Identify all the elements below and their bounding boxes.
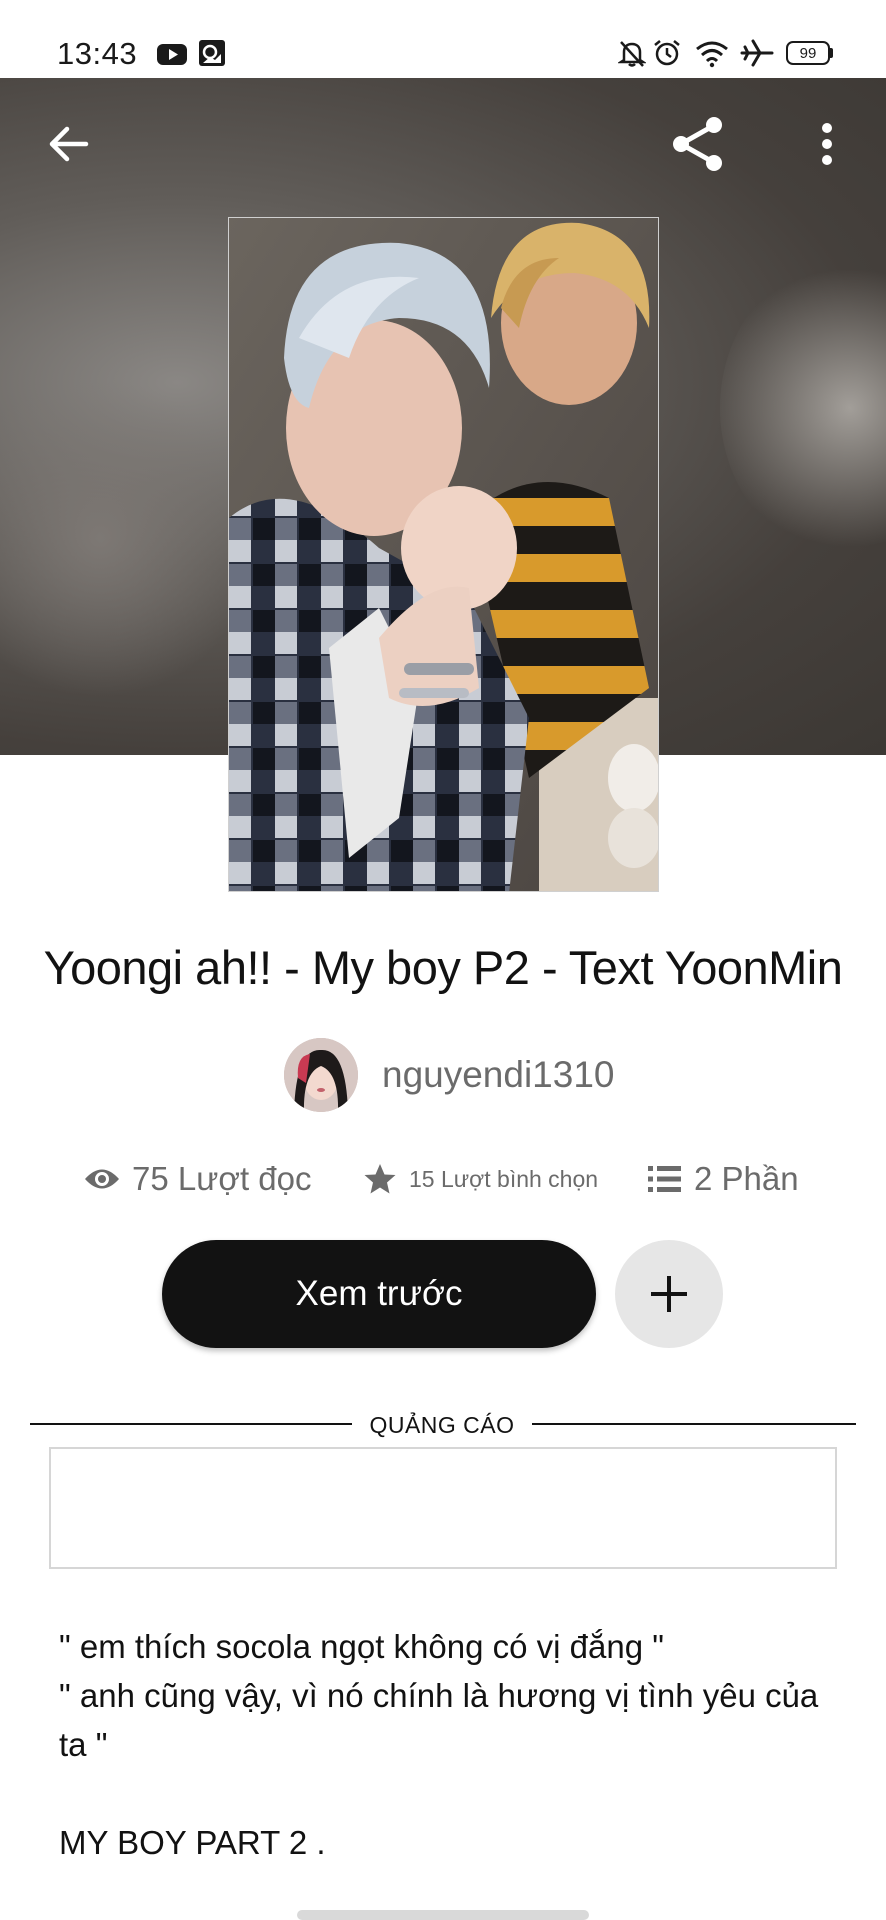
share-button[interactable]	[666, 112, 730, 176]
battery-cap	[830, 48, 833, 58]
ad-divider-left	[30, 1423, 352, 1425]
gallery-icon	[199, 40, 225, 66]
votes-stat: 15 Lượt bình chọn	[363, 1158, 598, 1200]
preview-button[interactable]: Xem trước	[162, 1240, 596, 1348]
author-avatar[interactable]	[284, 1038, 358, 1112]
author-name[interactable]: nguyendi1310	[382, 1054, 615, 1096]
cover-illustration	[229, 218, 658, 891]
status-time: 13:43	[57, 36, 138, 71]
avatar-illustration	[284, 1038, 358, 1112]
back-button[interactable]	[37, 112, 101, 176]
hero-blur-shadow	[0, 378, 260, 698]
wifi-icon	[696, 41, 728, 68]
bell-off-icon	[618, 41, 646, 67]
hero-blur-highlight	[720, 258, 886, 558]
eye-icon	[85, 1169, 119, 1189]
description-line: " anh cũng vậy, vì nó chính là hương vị …	[59, 1677, 819, 1763]
story-description: " em thích socola ngọt không có vị đắng …	[59, 1622, 839, 1867]
ad-slot[interactable]	[49, 1447, 837, 1569]
reads-stat: 75 Lượt đọc	[84, 1158, 312, 1200]
story-title: Yoongi ah!! - My boy P2 - Text YoonMin	[43, 941, 843, 994]
battery-icon: 99	[786, 41, 830, 65]
parts-count: 2 Phần	[694, 1160, 799, 1197]
star-icon	[364, 1164, 396, 1194]
status-bar: 13:43 99	[0, 0, 886, 78]
description-line: MY BOY PART 2 .	[59, 1824, 326, 1861]
add-to-library-button[interactable]	[615, 1240, 723, 1348]
airplane-icon	[740, 39, 774, 67]
author-link[interactable]: nguyendi1310	[284, 1037, 615, 1113]
description-line: " em thích socola ngọt không có vị đắng …	[59, 1628, 664, 1665]
reads-count: 75 Lượt đọc	[132, 1160, 312, 1197]
more-menu-button[interactable]	[795, 112, 859, 176]
share-icon	[673, 117, 722, 171]
list-icon	[648, 1166, 681, 1192]
youtube-icon	[157, 44, 187, 65]
battery-level: 99	[799, 44, 817, 62]
story-cover-image[interactable]	[228, 217, 659, 892]
ad-label: QUẢNG CÁO	[369, 1412, 515, 1438]
votes-count: 15 Lượt bình chọn	[409, 1165, 599, 1192]
more-vertical-icon	[822, 123, 832, 165]
arrow-left-icon	[49, 126, 89, 162]
parts-stat: 2 Phần	[648, 1158, 799, 1200]
alarm-icon	[654, 40, 680, 66]
ad-divider-right	[532, 1423, 856, 1425]
plus-icon	[651, 1276, 687, 1312]
home-indicator	[297, 1910, 589, 1920]
